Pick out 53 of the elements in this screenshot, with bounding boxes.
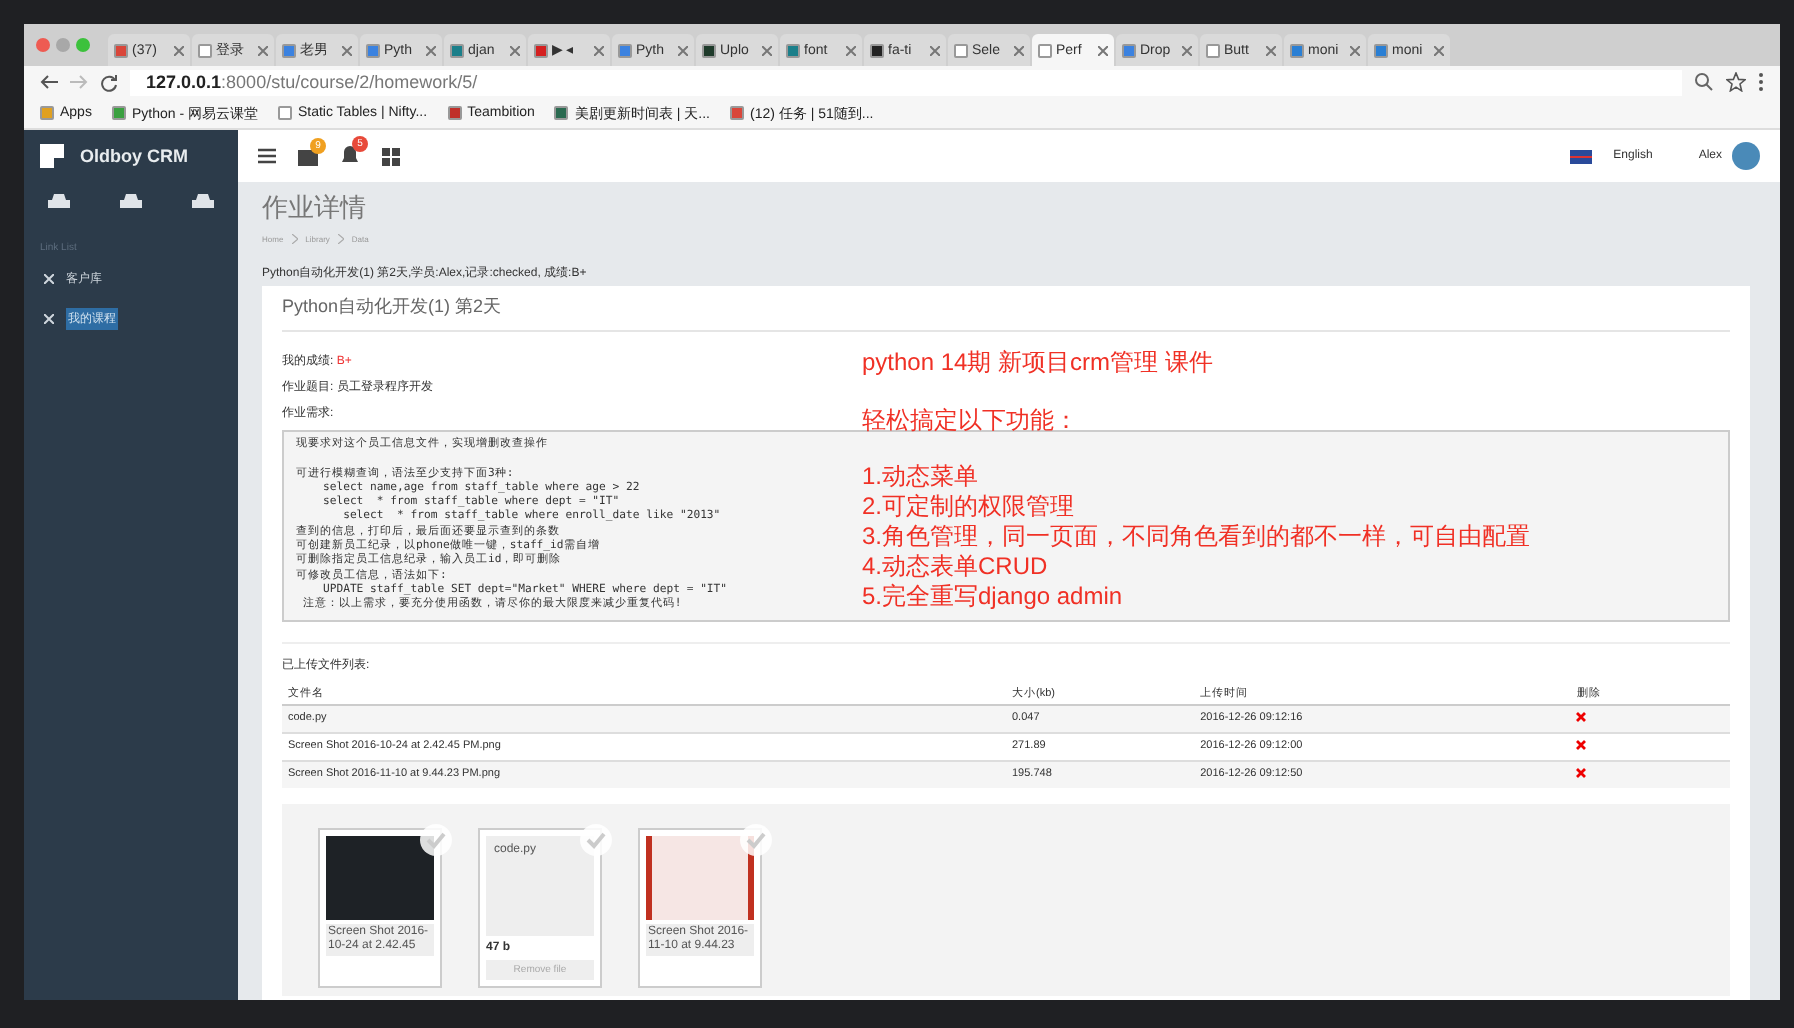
- page-title: 作业详情: [262, 190, 368, 226]
- delete-icon[interactable]: [1576, 767, 1587, 778]
- card-title: Python自动化开发(1) 第2天: [282, 294, 1730, 332]
- close-icon: [44, 274, 54, 284]
- menu-icon[interactable]: [258, 148, 276, 164]
- close-icon: [44, 314, 54, 324]
- close-icon[interactable]: [1014, 45, 1024, 55]
- close-icon[interactable]: [1098, 45, 1108, 55]
- close-icon[interactable]: [846, 45, 856, 55]
- avatar[interactable]: [1732, 142, 1760, 170]
- reload-icon[interactable]: [100, 73, 118, 91]
- overlay-heading: python 14期 新项目crm管理 课件: [862, 346, 1215, 380]
- more-icon[interactable]: [1758, 72, 1764, 92]
- address-field[interactable]: 127.0.0.1:8000/stu/course/2/homework/5/: [130, 69, 1682, 95]
- grid-icon[interactable]: [382, 147, 400, 165]
- delete-icon[interactable]: [1576, 711, 1587, 722]
- bell-icon[interactable]: [340, 146, 360, 166]
- close-icon[interactable]: [510, 45, 520, 55]
- feature-item: 1.动态菜单: [862, 462, 981, 492]
- close-icon[interactable]: [930, 45, 940, 55]
- delete-icon[interactable]: [1576, 739, 1587, 750]
- close-window-button[interactable]: [36, 38, 50, 52]
- chevron-icon: [291, 234, 298, 244]
- close-icon[interactable]: [1182, 45, 1192, 55]
- car-icon[interactable]: [191, 194, 214, 210]
- close-icon[interactable]: [594, 45, 604, 55]
- star-icon[interactable]: [1726, 72, 1746, 92]
- feature-item: 4.动态表单CRUD: [862, 552, 1050, 582]
- close-icon[interactable]: [1350, 45, 1360, 55]
- close-icon[interactable]: [1434, 45, 1444, 55]
- forward-icon[interactable]: [70, 74, 88, 90]
- close-icon[interactable]: [174, 45, 184, 55]
- close-icon[interactable]: [258, 45, 268, 55]
- close-icon[interactable]: [762, 45, 772, 55]
- car-icon[interactable]: [119, 194, 142, 210]
- envelope-icon[interactable]: [298, 147, 318, 165]
- close-icon[interactable]: [1266, 45, 1276, 55]
- close-icon[interactable]: [678, 45, 688, 55]
- photo-placeholder: [646, 835, 754, 920]
- close-icon[interactable]: [426, 45, 436, 55]
- feature-item: 3.角色管理，同一页面，不同角色看到的都不一样，可自由配置: [862, 522, 1531, 552]
- search-icon[interactable]: [1694, 72, 1714, 92]
- overlay-subheading: 轻松搞定以下功能：: [862, 404, 1080, 438]
- logo-icon: [40, 144, 64, 168]
- brand-name: Oldboy CRM: [80, 146, 188, 166]
- feature-item: 2.可定制的权限管理: [862, 492, 1077, 522]
- close-icon[interactable]: [342, 45, 352, 55]
- chevron-icon: [337, 234, 344, 244]
- photo-placeholder: [326, 835, 434, 920]
- car-icon[interactable]: [48, 194, 71, 210]
- feature-item: 5.完全重写django admin: [862, 582, 1125, 612]
- back-icon[interactable]: [40, 74, 58, 90]
- flag-icon: [1569, 149, 1592, 163]
